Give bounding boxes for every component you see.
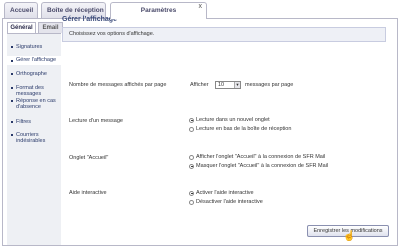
option-label: Masquer l'onglet "Accueil" à la connexio… (196, 163, 329, 169)
sidebar-item-label: Orthographe (16, 71, 47, 77)
sidebar-item-signatures[interactable]: Signatures (11, 44, 61, 50)
help-label: Aide interactive (69, 190, 107, 196)
tab-email[interactable]: Email (38, 22, 63, 33)
tab-general[interactable]: Général (7, 22, 36, 33)
chevron-down-icon: ▼ (234, 82, 240, 88)
option-label: Lecture en bas de la boîte de réception (196, 126, 292, 132)
page-title: Gérer l'affichage (62, 16, 117, 23)
bullet-icon (11, 59, 13, 62)
option-label: Lecture dans un nouvel onglet (196, 117, 270, 123)
radio-selected[interactable] (189, 190, 194, 196)
sidebar-item-label: Format des messages (16, 85, 44, 97)
home-tab-option-show[interactable]: Afficher l'onglet "Accueil" à la connexi… (189, 154, 326, 160)
bullet-icon (11, 87, 13, 89)
messages-per-page-value: 10 (218, 82, 225, 88)
tab-parametres[interactable]: Paramètres x (110, 2, 207, 19)
sidebar-item-label: Courriers indésirables (16, 132, 46, 144)
tab-parametres-label: Paramètres (140, 7, 177, 14)
messages-count-label: Nombre de messages affichés par page (69, 82, 167, 88)
radio-selected[interactable] (189, 163, 194, 169)
settings-sidebar: Signatures Gérer l'affichage Orthographe… (7, 33, 61, 245)
reading-option-bottom[interactable]: Lecture en bas de la boîte de réception (189, 126, 292, 132)
bullet-icon (11, 121, 13, 123)
sidebar-item-label: Réponse en cas d'absence (16, 98, 56, 110)
home-tab-label: Onglet "Accueil" (69, 155, 109, 161)
settings-panel: Général Email Signatures Gérer l'afficha… (2, 18, 398, 246)
messages-per-page-select[interactable]: 10 ▼ (215, 81, 241, 89)
sidebar-item-label: Gérer l'affichage (16, 57, 57, 63)
intro-message: Choisissez vos options d'affichage. (62, 27, 386, 42)
radio-unselected[interactable] (189, 199, 194, 205)
reading-label: Lecture d'un message (69, 118, 123, 124)
option-label: Afficher l'onglet "Accueil" à la connexi… (196, 154, 326, 160)
messages-count-prefix: Afficher (190, 82, 209, 88)
sidebar-item-filtres[interactable]: Filtres (11, 119, 61, 125)
option-label: Désactiver l'aide interactive (196, 199, 263, 205)
close-icon[interactable]: x (199, 3, 203, 11)
option-label: Activer l'aide interactive (196, 190, 254, 196)
sidebar-item-reponse-absence[interactable]: Réponse en cas d'absence (11, 98, 61, 110)
radio-unselected[interactable] (189, 154, 194, 160)
top-tab-bar: Accueil Boîte de réception Paramètres x (0, 0, 400, 19)
sidebar-item-label: Signatures (16, 44, 43, 50)
radio-unselected[interactable] (189, 126, 194, 132)
sidebar-item-format-messages[interactable]: Format des messages (11, 85, 61, 97)
bullet-icon (11, 134, 13, 136)
reading-option-new-tab[interactable]: Lecture dans un nouvel onglet (189, 117, 270, 123)
home-tab-option-hide[interactable]: Masquer l'onglet "Accueil" à la connexio… (189, 163, 329, 169)
sidebar-item-courriers-indesirables[interactable]: Courriers indésirables (11, 132, 61, 144)
help-option-enable[interactable]: Activer l'aide interactive (189, 190, 254, 196)
sidebar-item-label: Filtres (16, 119, 31, 125)
tab-accueil[interactable]: Accueil (4, 2, 38, 18)
messages-count-suffix: messages par page (245, 82, 294, 88)
sidebar-item-gerer-affichage[interactable]: Gérer l'affichage (7, 56, 61, 65)
bullet-icon (11, 46, 13, 48)
bullet-icon (11, 100, 13, 102)
sidebar-item-orthographe[interactable]: Orthographe (11, 71, 61, 77)
bullet-icon (11, 73, 13, 75)
hand-cursor-icon: ☝ (343, 231, 356, 242)
radio-selected[interactable] (189, 117, 194, 123)
help-option-disable[interactable]: Désactiver l'aide interactive (189, 199, 263, 205)
